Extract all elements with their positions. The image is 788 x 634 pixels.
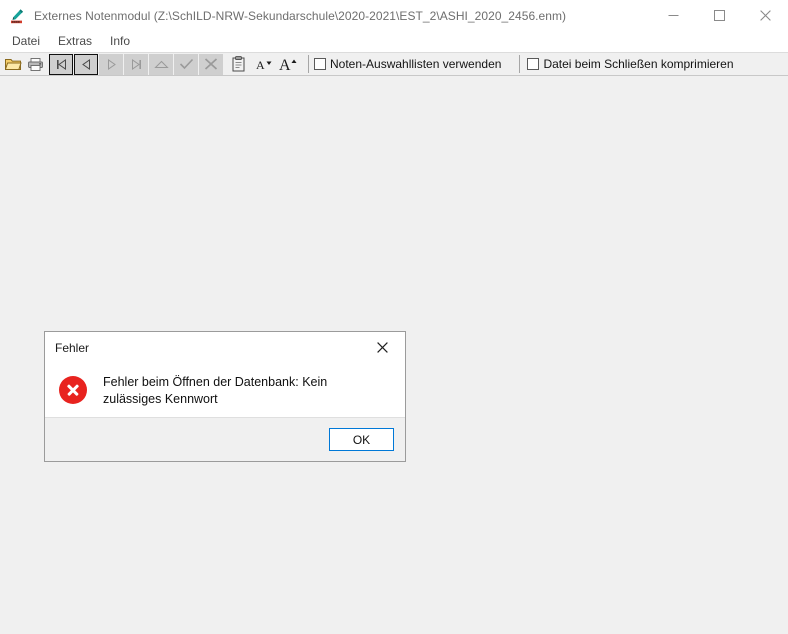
maximize-button[interactable] (696, 0, 742, 31)
menu-item-info[interactable]: Info (105, 32, 138, 51)
dialog-close-button[interactable] (360, 332, 405, 362)
close-icon (759, 10, 771, 21)
compress-file-on-close-checkbox[interactable]: Datei beim Schließen komprimieren (527, 53, 734, 75)
checkmark-icon (179, 58, 193, 70)
triangle-up-icon (153, 60, 169, 68)
increase-font-button[interactable]: A (277, 53, 301, 75)
dialog-message: Fehler beim Öffnen der Datenbank: Kein z… (103, 375, 328, 406)
insert-record-button[interactable] (149, 53, 173, 75)
printer-icon (27, 57, 43, 71)
toolbar-separator (308, 55, 309, 73)
close-icon (377, 341, 388, 353)
print-button[interactable] (24, 53, 46, 75)
toolbar: A A Noten-Auswahllisten verwenden Datei … (0, 52, 788, 76)
font-increase-icon: A (279, 57, 297, 73)
open-folder-icon (4, 58, 22, 70)
dialog-title: Fehler (55, 340, 90, 355)
application-window: Externes Notenmodul (Z:\SchILD-NRW-Sekun… (0, 0, 788, 634)
first-record-button[interactable] (49, 53, 73, 75)
use-grade-selection-lists-checkbox[interactable]: Noten-Auswahllisten verwenden (314, 53, 501, 75)
confirm-button[interactable] (174, 53, 198, 75)
checkbox-box[interactable] (527, 58, 540, 70)
previous-record-icon (81, 58, 90, 70)
dialog-footer: OK (45, 417, 405, 461)
cancel-button[interactable] (199, 53, 223, 75)
next-record-icon (107, 58, 116, 70)
toolbar-separator-2 (519, 55, 521, 73)
checkbox-label: Datei beim Schließen komprimieren (543, 57, 734, 71)
error-circle-icon (59, 376, 87, 404)
svg-text:A: A (279, 57, 291, 73)
menu-item-datei[interactable]: Datei (7, 32, 48, 51)
open-file-button[interactable] (2, 53, 24, 75)
next-record-button[interactable] (99, 53, 123, 75)
first-record-icon (56, 58, 66, 70)
close-button[interactable] (742, 0, 788, 31)
client-area: Fehler Fehler beim Öffnen der Datenbank:… (0, 76, 788, 634)
title-bar: Externes Notenmodul (Z:\SchILD-NRW-Sekun… (0, 0, 788, 31)
ok-button[interactable]: OK (329, 428, 394, 451)
minimize-button[interactable] (650, 0, 696, 31)
window-controls (650, 0, 788, 31)
menu-item-extras[interactable]: Extras (53, 32, 100, 51)
clipboard-icon (232, 56, 244, 72)
pen-icon (9, 8, 25, 24)
cross-icon (204, 58, 218, 70)
checkbox-label: Noten-Auswahllisten verwenden (330, 57, 502, 71)
svg-text:A: A (256, 58, 265, 72)
checkbox-box[interactable] (314, 58, 326, 70)
last-record-icon (131, 58, 141, 70)
clipboard-button[interactable] (227, 53, 249, 75)
dialog-title-bar: Fehler (45, 332, 405, 363)
minimize-icon (668, 15, 678, 16)
previous-record-button[interactable] (74, 53, 98, 75)
decrease-font-button[interactable]: A (253, 53, 277, 75)
last-record-button[interactable] (124, 53, 148, 75)
maximize-icon (713, 10, 725, 21)
menu-bar: Datei Extras Info (0, 31, 788, 52)
dialog-body: Fehler beim Öffnen der Datenbank: Kein z… (45, 363, 405, 417)
window-title: Externes Notenmodul (Z:\SchILD-NRW-Sekun… (34, 8, 567, 23)
error-dialog: Fehler Fehler beim Öffnen der Datenbank:… (44, 331, 406, 462)
font-decrease-icon: A (256, 58, 272, 72)
